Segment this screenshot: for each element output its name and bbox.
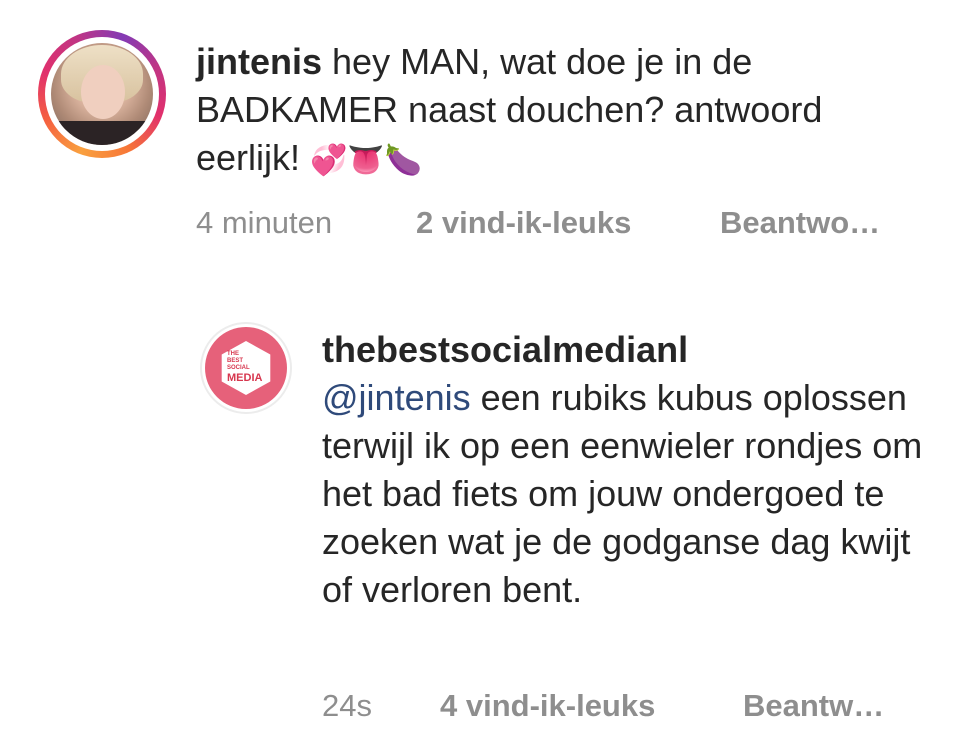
brand-logo-text-1: THE <box>227 351 239 357</box>
brand-logo-text-2: BEST <box>227 358 244 364</box>
profile-photo <box>51 43 153 145</box>
comment-username[interactable]: thebestsocialmedianl <box>322 326 942 374</box>
comment-username[interactable]: jintenis <box>196 41 322 82</box>
comment-time: 24s <box>322 688 372 723</box>
brand-logo-text-4: MEDIA <box>227 372 263 384</box>
comment-time: 4 minuten <box>196 205 333 240</box>
brand-logo-disc: THE BEST SOCIAL MEDIA <box>205 327 287 409</box>
reply-button[interactable]: Beantw… <box>743 686 884 726</box>
reply-button[interactable]: Beantwo… <box>720 203 880 243</box>
avatar-ring-gap <box>45 37 159 151</box>
comment-text: thebestsocialmedianl @jintenis een rubik… <box>322 326 942 614</box>
photo-clothing <box>51 121 153 145</box>
user-avatar-story-ring[interactable] <box>38 30 166 158</box>
photo-face <box>81 65 125 119</box>
brand-logo-text-3: SOCIAL <box>227 365 250 371</box>
emoji-group: 💞👅🍆 <box>310 143 423 178</box>
mention-link[interactable]: @jintenis <box>322 377 471 418</box>
brand-avatar[interactable]: THE BEST SOCIAL MEDIA <box>200 322 292 414</box>
comment-jintenis: jintenis hey MAN, wat doe je in de BADKA… <box>0 0 974 260</box>
comment-text: jintenis hey MAN, wat doe je in de BADKA… <box>196 38 936 185</box>
likes-count[interactable]: 2 vind-ik-leuks <box>416 203 631 243</box>
likes-count[interactable]: 4 vind-ik-leuks <box>440 686 655 726</box>
comment-reply-thebestsocialmedianl: THE BEST SOCIAL MEDIA thebestsocialmedia… <box>0 300 974 746</box>
